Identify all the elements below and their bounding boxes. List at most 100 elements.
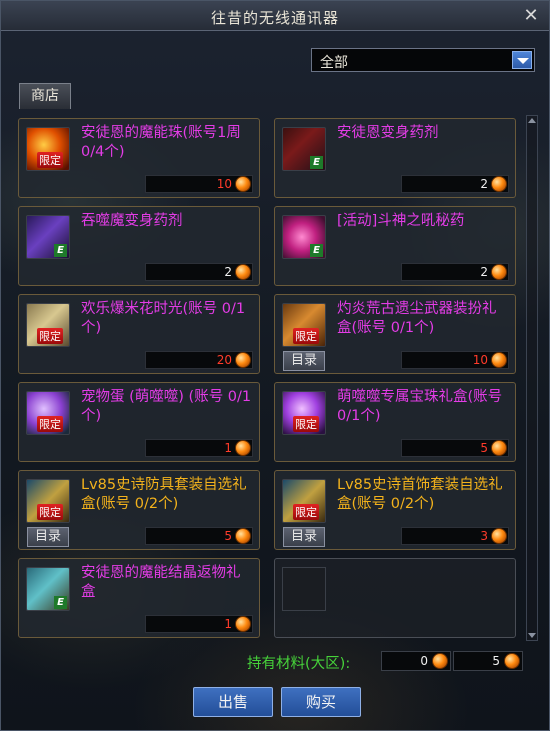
owned-value: 0 <box>420 654 428 668</box>
filter-selected-value: 全部 <box>320 55 348 71</box>
item-name: 安徒恩的魔能结晶返物礼盒 <box>81 565 241 600</box>
price-value: 1 <box>224 617 232 631</box>
buy-button[interactable]: 购买 <box>281 687 361 717</box>
price-box: 5 <box>145 527 253 545</box>
item-name: 吞噬魔变身药剂 <box>81 213 183 229</box>
required-value: 5 <box>492 654 500 668</box>
item-name: 萌噬噬专属宝珠礼盒(账号 0/1个) <box>337 389 503 424</box>
weapon-box-icon: 限定 <box>282 303 326 347</box>
coin-icon <box>235 440 251 456</box>
catalog-button[interactable]: 目录 <box>283 351 325 371</box>
item-card[interactable]: 限定 萌噬噬专属宝珠礼盒(账号 0/1个) 5 <box>274 382 516 462</box>
price-value: 10 <box>472 353 488 367</box>
item-name: Lv85史诗首饰套装自选礼盒(账号 0/2个) <box>337 477 503 512</box>
coin-icon <box>235 616 251 632</box>
coin-icon <box>491 264 507 280</box>
coin-icon <box>235 352 251 368</box>
category-filter-select[interactable]: 全部 <box>311 48 535 72</box>
item-card[interactable]: E 安徒恩的魔能结晶返物礼盒 1 <box>18 558 260 638</box>
item-card[interactable]: 限定 Lv85史诗首饰套装自选礼盒(账号 0/2个) 目录 3 <box>274 470 516 550</box>
tab-shop[interactable]: 商店 <box>19 83 71 109</box>
pet-egg-icon: 限定 <box>26 391 70 435</box>
price-box: 5 <box>401 439 509 457</box>
equip-mark: E <box>54 244 67 257</box>
coin-icon <box>432 653 448 669</box>
price-box: 2 <box>145 263 253 281</box>
purple-orb-icon: 限定 <box>282 391 326 435</box>
price-box: 20 <box>145 351 253 369</box>
coin-icon <box>235 264 251 280</box>
close-button[interactable]: ✕ <box>521 6 541 26</box>
limited-badge: 限定 <box>37 152 63 168</box>
price-value: 5 <box>480 441 488 455</box>
price-value: 2 <box>480 265 488 279</box>
coin-icon <box>491 176 507 192</box>
empty-slot <box>282 567 326 611</box>
limited-badge: 限定 <box>293 416 319 432</box>
crystal-chest-icon: E <box>26 567 70 611</box>
required-materials: 5 <box>453 651 523 671</box>
price-box: 1 <box>145 615 253 633</box>
price-value: 2 <box>224 265 232 279</box>
item-card[interactable]: E [活动]斗神之吼秘药 2 <box>274 206 516 286</box>
item-card[interactable]: 限定 宠物蛋 (萌噬噬) (账号 0/1个) 1 <box>18 382 260 462</box>
equip-mark: E <box>54 596 67 609</box>
price-box: 2 <box>401 175 509 193</box>
limited-badge: 限定 <box>293 504 319 520</box>
dark-armor-icon: E <box>282 127 326 171</box>
equip-mark: E <box>310 244 323 257</box>
item-name: 欢乐爆米花时光(账号 0/1个) <box>81 301 246 336</box>
equip-mark: E <box>310 156 323 169</box>
window-title: 往昔的无线通讯器 <box>210 9 339 27</box>
coin-icon <box>491 352 507 368</box>
empty-item-card <box>274 558 516 638</box>
price-box: 2 <box>401 263 509 281</box>
limited-badge: 限定 <box>293 328 319 344</box>
armor-chest-icon: 限定 <box>26 479 70 523</box>
limited-badge: 限定 <box>37 328 63 344</box>
coin-icon <box>491 528 507 544</box>
item-name: 安徒恩的魔能珠(账号1周 0/4个) <box>81 125 241 160</box>
chevron-down-icon[interactable] <box>512 51 532 69</box>
red-orb-icon: 限定 <box>26 127 70 171</box>
owned-materials: 0 <box>381 651 451 671</box>
materials-label: 持有材料(大区): <box>247 656 351 672</box>
item-card[interactable]: 限定 安徒恩的魔能珠(账号1周 0/4个) 10 <box>18 118 260 198</box>
list-scrollbar[interactable] <box>526 115 538 641</box>
item-card[interactable]: 限定 灼炎荒古遗尘武器装扮礼盒(账号 0/1个) 目录 10 <box>274 294 516 374</box>
item-card[interactable]: 限定 欢乐爆米花时光(账号 0/1个) 20 <box>18 294 260 374</box>
close-icon: ✕ <box>523 5 539 26</box>
purple-character-icon: E <box>26 215 70 259</box>
scroll-down-icon[interactable] <box>528 633 536 638</box>
item-card[interactable]: E 安徒恩变身药剂 2 <box>274 118 516 198</box>
price-value: 10 <box>216 177 232 191</box>
item-list: 限定 安徒恩的魔能珠(账号1周 0/4个) 10 E 安徒恩变身药剂 2 E 吞… <box>13 109 525 646</box>
coin-icon <box>504 653 520 669</box>
sell-button[interactable]: 出售 <box>193 687 273 717</box>
item-name: 宠物蛋 (萌噬噬) (账号 0/1个) <box>81 389 252 424</box>
coin-icon <box>235 176 251 192</box>
price-box: 1 <box>145 439 253 457</box>
item-name: [活动]斗神之吼秘药 <box>337 213 465 229</box>
price-box: 10 <box>401 351 509 369</box>
popcorn-icon: 限定 <box>26 303 70 347</box>
item-card[interactable]: E 吞噬魔变身药剂 2 <box>18 206 260 286</box>
item-name: Lv85史诗防具套装自选礼盒(账号 0/2个) <box>81 477 247 512</box>
price-value: 20 <box>216 353 232 367</box>
price-box: 10 <box>145 175 253 193</box>
red-potion-icon: E <box>282 215 326 259</box>
price-value: 5 <box>224 529 232 543</box>
limited-badge: 限定 <box>37 504 63 520</box>
item-card[interactable]: 限定 Lv85史诗防具套装自选礼盒(账号 0/2个) 目录 5 <box>18 470 260 550</box>
catalog-button[interactable]: 目录 <box>283 527 325 547</box>
coin-icon <box>235 528 251 544</box>
title-bar[interactable]: 往昔的无线通讯器 ✕ <box>1 1 549 31</box>
price-value: 1 <box>224 441 232 455</box>
limited-badge: 限定 <box>37 416 63 432</box>
price-box: 3 <box>401 527 509 545</box>
scroll-up-icon[interactable] <box>528 118 536 123</box>
item-name: 安徒恩变身药剂 <box>337 125 439 141</box>
catalog-button[interactable]: 目录 <box>27 527 69 547</box>
price-value: 3 <box>480 529 488 543</box>
item-name: 灼炎荒古遗尘武器装扮礼盒(账号 0/1个) <box>337 301 497 336</box>
